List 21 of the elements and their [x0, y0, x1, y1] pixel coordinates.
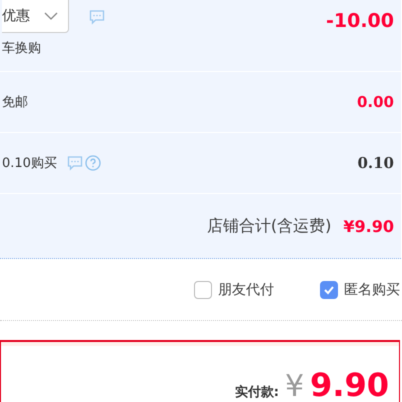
message-icon[interactable]	[89, 8, 105, 24]
checkbox[interactable]	[194, 280, 212, 298]
discount-amount: -10.00	[326, 10, 394, 32]
option-label: 匿名购买	[344, 280, 400, 298]
addon-label: 0.10购买	[2, 155, 57, 172]
subtotal-amount: ¥9.90	[343, 216, 394, 236]
message-icon[interactable]	[66, 155, 83, 171]
discount-dropdown[interactable]: 优惠	[2, 0, 69, 33]
payment-amount: 9.90	[310, 366, 389, 402]
shipping-label: 免邮	[2, 94, 28, 111]
checkbox[interactable]	[320, 280, 338, 298]
addon-amount: 0.10	[357, 154, 394, 172]
currency-symbol: ¥	[284, 369, 304, 402]
promo-note: 车换购	[2, 40, 42, 57]
option-label: 朋友代付	[218, 280, 274, 298]
payment-label: 实付款:	[234, 384, 279, 401]
help-icon[interactable]	[84, 155, 101, 171]
caret-icon	[44, 12, 58, 20]
subtotal-label: 店铺合计(含运费)	[206, 216, 332, 236]
check-icon	[323, 284, 335, 294]
shipping-amount: 0.00	[356, 93, 394, 111]
